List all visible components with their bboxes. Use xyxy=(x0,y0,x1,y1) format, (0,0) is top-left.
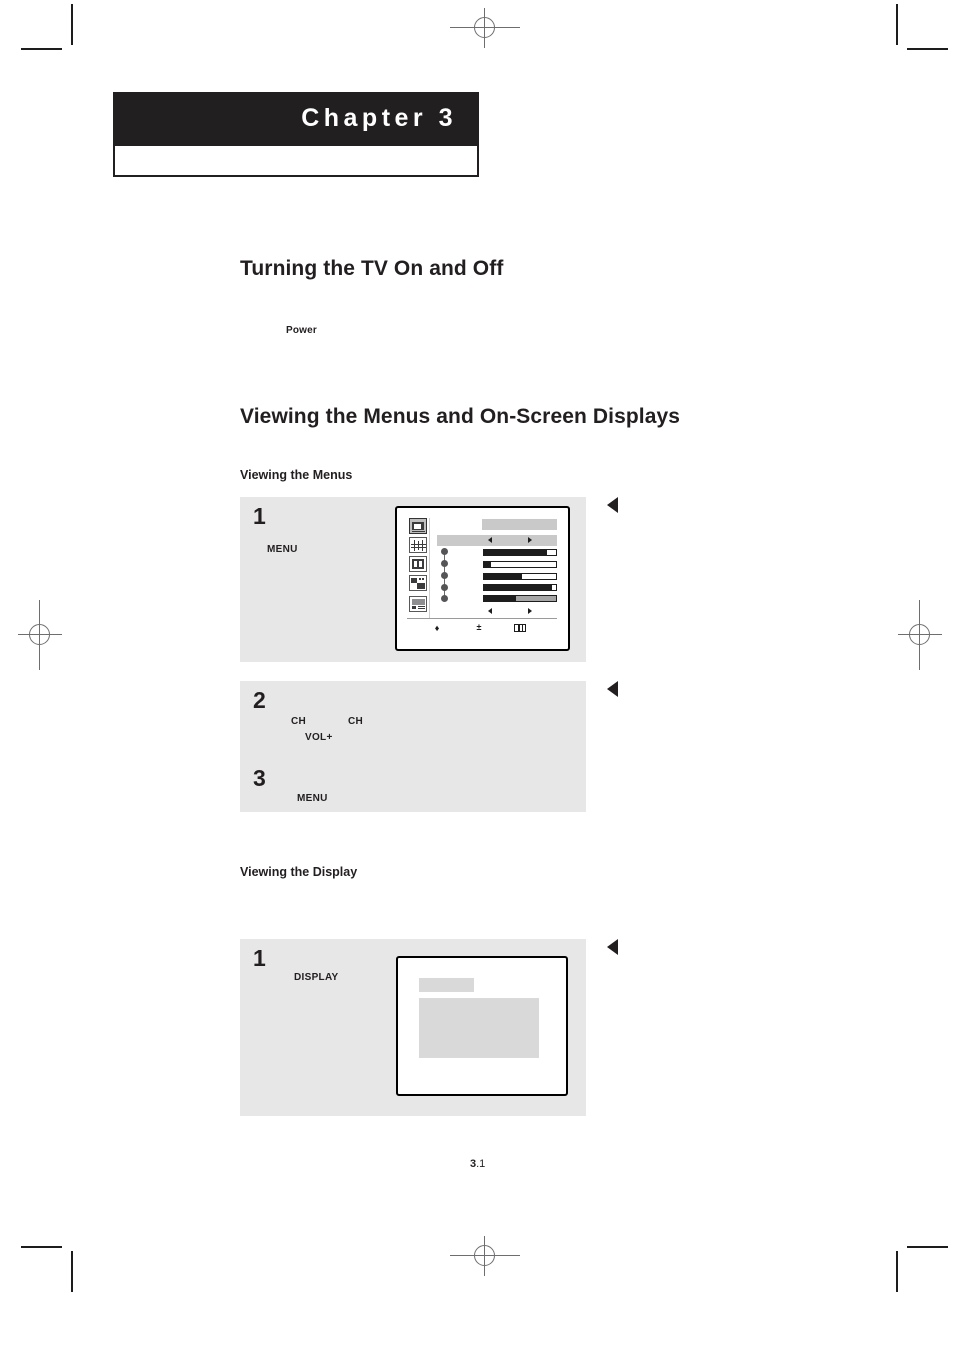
osd-sidebar xyxy=(407,518,430,618)
osd-footer-bar: ♦ ± xyxy=(407,618,557,637)
contrast-slider[interactable] xyxy=(483,549,557,556)
crop-mark-bottom-left-horizontal xyxy=(21,1246,62,1248)
step-key-menu: MENU xyxy=(267,544,298,555)
page-number-suffix: .1 xyxy=(476,1158,486,1170)
crop-mark-bottom-right-vertical xyxy=(896,1251,898,1292)
tint-slider[interactable] xyxy=(483,595,557,602)
step-number: 1 xyxy=(253,503,266,529)
callout-triangle-display-1 xyxy=(607,939,618,955)
sharpness-slider[interactable] xyxy=(483,573,557,580)
crop-mark-top-right-vertical xyxy=(896,4,898,45)
osd-bottom-right-arrow-icon[interactable] xyxy=(528,608,532,614)
info-block xyxy=(419,998,539,1058)
chapter-subtitle-bar xyxy=(113,146,479,177)
channel-banner xyxy=(419,978,474,992)
pip-menu-icon[interactable] xyxy=(409,596,427,612)
sound-menu-icon[interactable] xyxy=(409,537,427,553)
power-key-label: Power xyxy=(286,325,318,336)
channel-menu-icon[interactable] xyxy=(409,556,427,572)
color-slider[interactable] xyxy=(483,584,557,591)
step-key-display: DISPLAY xyxy=(294,972,339,983)
chapter-banner: Chapter 3 xyxy=(113,92,479,146)
setup-menu-icon[interactable] xyxy=(409,575,427,591)
step-number: 1 xyxy=(253,945,266,971)
osd-row-right-arrow-icon[interactable] xyxy=(528,537,532,543)
callout-triangle-menus-1 xyxy=(607,497,618,513)
tv-osd-frame: ♦ ± xyxy=(395,506,570,651)
step-key-menu-exit: MENU xyxy=(297,793,328,804)
registration-mark-left xyxy=(18,600,62,670)
step-key-ch-up: CH xyxy=(291,716,307,727)
step-panel-menus-2-3: 2 CH CH VOL+ 3 MENU xyxy=(240,681,586,812)
osd-bottom-left-arrow-icon[interactable] xyxy=(488,608,492,614)
subheading-viewing-the-menus: Viewing the Menus xyxy=(240,468,353,482)
crop-mark-top-right-horizontal xyxy=(907,48,948,50)
osd-title-bar xyxy=(482,519,557,530)
step-panel-display-1: 1 DISPLAY xyxy=(240,939,586,1116)
step-key-vol-up: VOL+ xyxy=(305,732,333,743)
step-number: 3 xyxy=(253,765,266,791)
registration-mark-top xyxy=(450,8,520,48)
crop-mark-top-left-vertical xyxy=(71,4,73,45)
step-panel-menus-1: 1 MENU ♦ ± xyxy=(240,497,586,662)
osd-adjust-column xyxy=(441,548,449,602)
tv-display-frame xyxy=(396,956,568,1096)
osd-selected-row xyxy=(437,535,557,546)
crop-mark-bottom-left-vertical xyxy=(71,1251,73,1292)
picture-menu-icon[interactable] xyxy=(409,518,427,534)
section-heading-menus: Viewing the Menus and On-Screen Displays xyxy=(240,405,681,428)
section-heading-power: Turning the TV On and Off xyxy=(240,257,504,280)
crop-mark-top-left-horizontal xyxy=(21,48,62,50)
osd-row-left-arrow-icon[interactable] xyxy=(488,537,492,543)
chapter-title: Chapter 3 xyxy=(301,103,457,132)
crop-mark-bottom-right-horizontal xyxy=(907,1246,948,1248)
step-number: 2 xyxy=(253,687,266,713)
page-number: 3.1 xyxy=(470,1158,485,1170)
registration-mark-bottom xyxy=(450,1236,520,1276)
callout-triangle-menus-2 xyxy=(607,681,618,697)
osd-menu: ♦ ± xyxy=(407,518,557,637)
brightness-slider[interactable] xyxy=(483,561,557,568)
move-updown-icon: ♦ xyxy=(434,623,440,633)
exit-menu-icon xyxy=(514,624,526,632)
registration-mark-right xyxy=(898,600,942,670)
adjust-plusminus-icon: ± xyxy=(476,622,482,632)
step-key-ch-down: CH xyxy=(348,716,364,727)
subheading-viewing-the-display: Viewing the Display xyxy=(240,865,358,879)
